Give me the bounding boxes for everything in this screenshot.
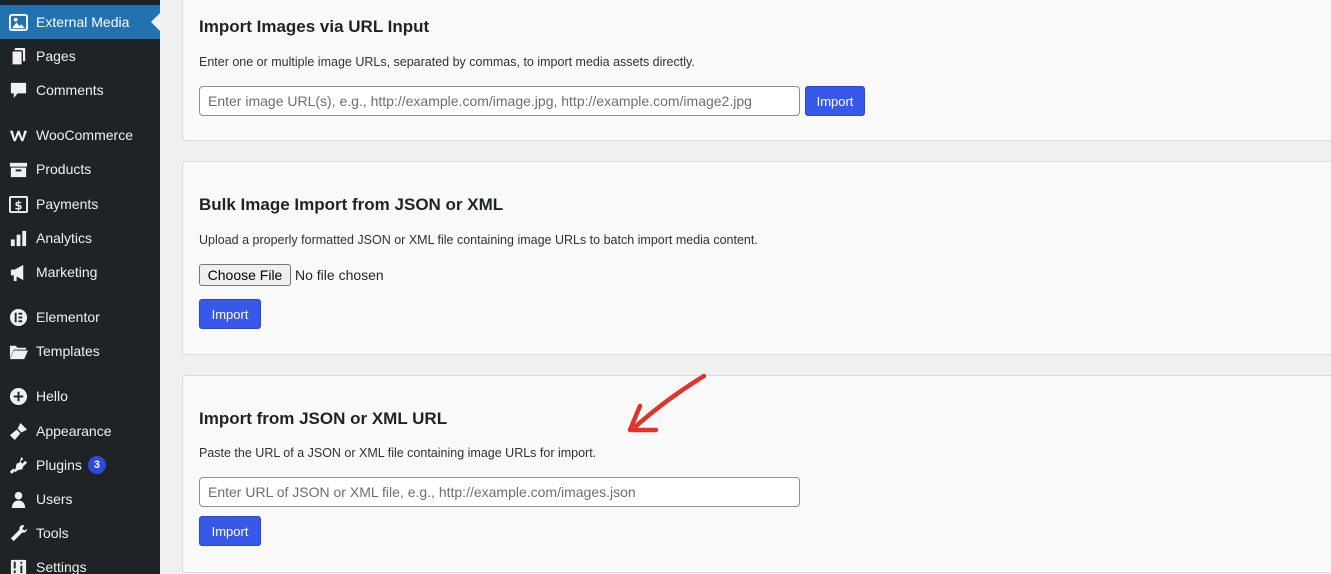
sidebar-item-label: Elementor	[36, 309, 100, 325]
plugins-update-badge: 3	[87, 456, 106, 474]
sidebar-item-appearance[interactable]: Appearance	[0, 414, 160, 448]
sidebar-item-external-media[interactable]: External Media	[0, 5, 160, 39]
sidebar-item-label: Appearance	[36, 423, 112, 439]
woocommerce-icon	[8, 125, 28, 145]
users-icon	[8, 489, 28, 509]
url-import-description: Enter one or multiple image URLs, separa…	[199, 55, 695, 69]
elementor-icon	[8, 307, 28, 327]
json-url-import-description: Paste the URL of a JSON or XML file cont…	[199, 446, 597, 460]
sidebar-item-label: Users	[36, 491, 73, 507]
sidebar-item-label: Analytics	[36, 230, 93, 246]
marketing-icon	[8, 262, 28, 282]
sidebar-item-products[interactable]: Products	[0, 152, 160, 186]
sidebar-item-settings[interactable]: Settings	[0, 550, 160, 574]
sidebar-item-woocommerce[interactable]: WooCommerce	[0, 118, 160, 152]
sidebar-item-label: Plugins	[36, 457, 82, 473]
products-icon	[8, 159, 28, 179]
comments-icon	[8, 80, 28, 100]
sidebar-item-elementor[interactable]: Elementor	[0, 300, 160, 334]
tools-icon	[8, 523, 28, 543]
sidebar-item-templates[interactable]: Templates	[0, 334, 160, 368]
sidebar-item-comments[interactable]: Comments	[0, 73, 160, 107]
bulk-import-title: Bulk Image Import from JSON or XML	[199, 195, 504, 214]
url-import-panel: Import Images via URL Input Enter one or…	[182, 0, 1331, 141]
json-url-import-title: Import from JSON or XML URL	[199, 409, 448, 428]
sidebar-item-analytics[interactable]: Analytics	[0, 221, 160, 255]
bulk-import-button[interactable]: Import	[199, 299, 261, 329]
main-content: Import Images via URL Input Enter one or…	[160, 0, 1331, 574]
sidebar-item-label: External Media	[36, 14, 130, 30]
sidebar-item-label: Pages	[36, 48, 76, 64]
sidebar-item-users[interactable]: Users	[0, 482, 160, 516]
choose-file-button[interactable]: Choose File	[199, 264, 291, 286]
sidebar-item-plugins[interactable]: Plugins 3	[0, 448, 160, 482]
json-url-input[interactable]	[199, 477, 800, 507]
json-url-import-panel: Import from JSON or XML URL Paste the UR…	[182, 375, 1331, 573]
sidebar-item-payments[interactable]: $ Payments	[0, 187, 160, 221]
file-status-text: No file chosen	[295, 267, 384, 283]
payments-icon: $	[8, 194, 28, 214]
sidebar-item-hello[interactable]: Hello	[0, 379, 160, 413]
external-media-icon	[8, 12, 28, 32]
plus-circle-icon	[8, 386, 28, 406]
annotation-arrow-icon	[627, 373, 707, 433]
sidebar-item-label: Marketing	[36, 264, 98, 280]
templates-icon	[8, 341, 28, 361]
url-import-title: Import Images via URL Input	[199, 17, 430, 36]
svg-text:$: $	[14, 198, 22, 212]
json-url-import-button[interactable]: Import	[199, 516, 261, 546]
settings-icon	[8, 557, 28, 574]
appearance-icon	[8, 421, 28, 441]
admin-sidebar: External Media Pages Comments WooCommerc…	[0, 0, 160, 574]
sidebar-item-label: Hello	[36, 388, 68, 404]
plugins-icon	[8, 455, 28, 475]
sidebar-item-label: Templates	[36, 343, 100, 359]
sidebar-item-label: Products	[36, 161, 92, 177]
sidebar-item-label: Payments	[36, 196, 99, 212]
sidebar-item-label: Comments	[36, 82, 104, 98]
sidebar-item-pages[interactable]: Pages	[0, 39, 160, 73]
bulk-import-description: Upload a properly formatted JSON or XML …	[199, 233, 758, 247]
sidebar-item-label: Tools	[36, 525, 69, 541]
image-url-input[interactable]	[199, 86, 800, 116]
bulk-import-panel: Bulk Image Import from JSON or XML Uploa…	[182, 161, 1331, 355]
sidebar-item-label: WooCommerce	[36, 127, 133, 143]
url-import-button[interactable]: Import	[805, 86, 865, 116]
sidebar-item-tools[interactable]: Tools	[0, 516, 160, 550]
pages-icon	[8, 46, 28, 66]
sidebar-item-marketing[interactable]: Marketing	[0, 255, 160, 289]
analytics-icon	[8, 228, 28, 248]
sidebar-item-label: Settings	[36, 559, 87, 574]
